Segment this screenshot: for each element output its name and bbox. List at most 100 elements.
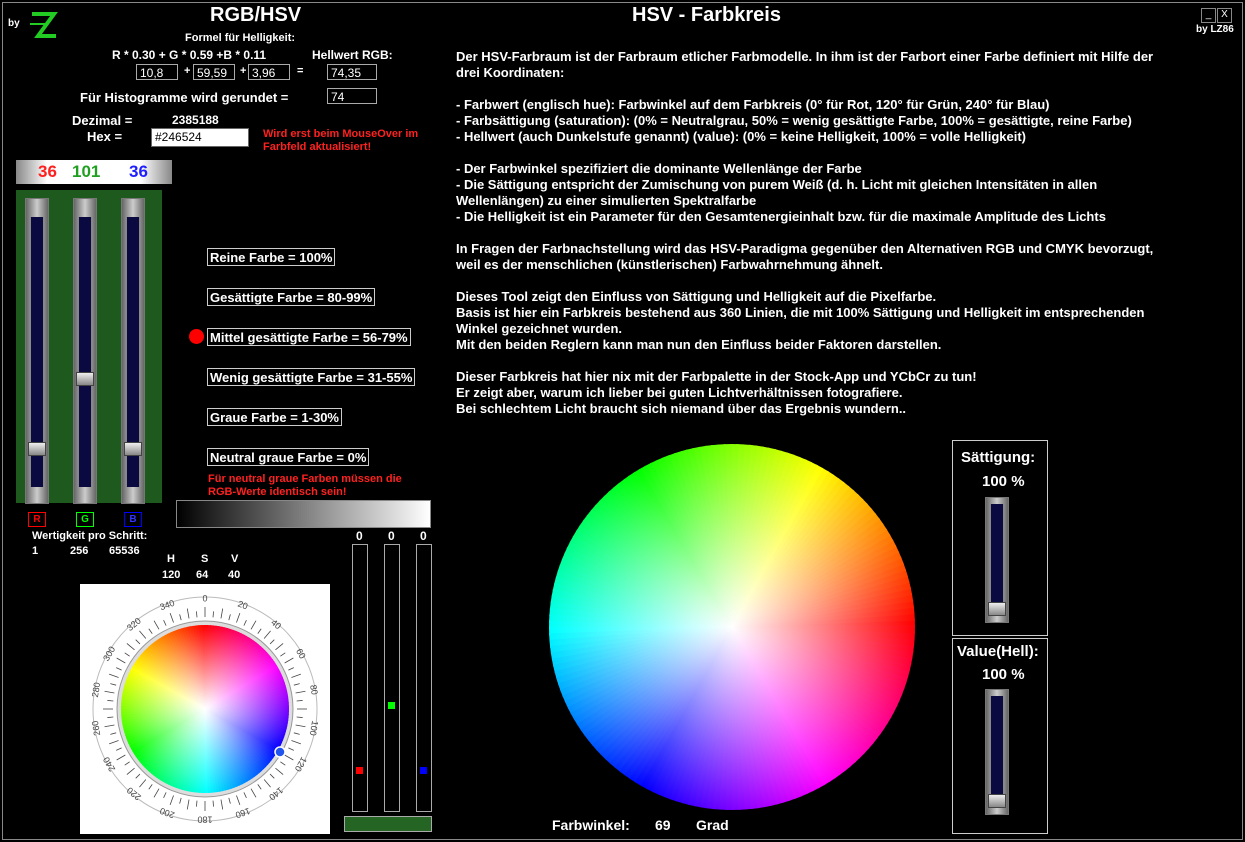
mini-slider-r[interactable] bbox=[352, 544, 368, 812]
wertigkeit-label: Wertigkeit pro Schritt: bbox=[32, 530, 148, 542]
mini-slider-b-marker bbox=[420, 767, 427, 774]
active-level-indicator bbox=[189, 329, 204, 344]
dial-tick bbox=[296, 716, 303, 718]
saettigung-label: Sättigung: bbox=[961, 449, 1036, 466]
dezimal-value: 2385188 bbox=[172, 113, 219, 127]
wertigkeit-r: 1 bbox=[32, 545, 39, 557]
value-value: 100 % bbox=[982, 666, 1025, 683]
sat-level-gesaettigt: Gesättigte Farbe = 80-99% bbox=[207, 288, 376, 306]
desc-paragraph: - Farbwert (englisch hue): Farbwinkel au… bbox=[456, 97, 1132, 144]
mini-slider-b[interactable] bbox=[416, 544, 432, 812]
hex-field[interactable]: #246524 bbox=[151, 128, 249, 147]
wertigkeit-b: 65536 bbox=[109, 545, 140, 557]
g-slider[interactable] bbox=[73, 198, 97, 504]
dial-tick-label: 0 bbox=[202, 593, 207, 603]
page-title: HSV - Farbkreis bbox=[632, 4, 781, 26]
r-part-field[interactable]: 10,8 bbox=[136, 64, 178, 80]
sat-level-neutral: Neutral graue Farbe = 0% bbox=[207, 448, 370, 466]
dial-tick bbox=[196, 800, 198, 807]
histogram-label: Für Histogramme wird gerundet = bbox=[80, 90, 289, 105]
zl-logo bbox=[26, 8, 60, 42]
desc-paragraph: Dieses Tool zeigt den Einfluss von Sätti… bbox=[456, 289, 1145, 352]
saettigung-value: 100 % bbox=[982, 473, 1025, 490]
dial-tick bbox=[107, 716, 114, 718]
minimize-button[interactable]: _ bbox=[1201, 8, 1216, 23]
histogram-field[interactable]: 74 bbox=[327, 88, 377, 104]
b-slider[interactable] bbox=[121, 198, 145, 504]
s-value: 64 bbox=[196, 569, 209, 581]
b-part-field[interactable]: 3,96 bbox=[248, 64, 290, 80]
plus-sign: + bbox=[184, 65, 191, 77]
g-value: 101 bbox=[72, 162, 101, 181]
mini-slider-r-marker bbox=[356, 767, 363, 774]
neutral-note: Für neutral graue Farben müssen die RGB-… bbox=[208, 473, 402, 498]
color-preview-swatch bbox=[344, 816, 432, 832]
saettigung-slider-thumb[interactable] bbox=[988, 602, 1006, 616]
value-panel: Value(Hell): 100 % bbox=[952, 638, 1048, 834]
wertigkeit-g: 256 bbox=[70, 545, 89, 557]
v-label: V bbox=[231, 553, 239, 565]
dezimal-label: Dezimal = bbox=[72, 113, 133, 128]
dial-tick-label: 180 bbox=[197, 815, 212, 825]
r-slider-thumb[interactable] bbox=[28, 442, 46, 457]
g-slider-thumb[interactable] bbox=[76, 372, 94, 386]
app-title: RGB/HSV bbox=[210, 4, 302, 26]
b-channel-label: B bbox=[124, 512, 142, 527]
mini-slider-r-value: 0 bbox=[356, 529, 363, 543]
saettigung-slider[interactable] bbox=[985, 497, 1009, 623]
formula-expression: R * 0.30 + G * 0.59 +B * 0.11 bbox=[112, 48, 267, 62]
b-value: 36 bbox=[129, 162, 148, 181]
farbwinkel-value: 69 bbox=[655, 817, 671, 833]
plus-sign: + bbox=[240, 65, 247, 77]
dial-tick bbox=[212, 611, 214, 618]
b-slider-thumb[interactable] bbox=[124, 442, 142, 457]
hellwert-field[interactable]: 74,35 bbox=[327, 64, 377, 80]
by-label: by bbox=[8, 18, 20, 29]
desc-paragraph: In Fragen der Farbnachstellung wird das … bbox=[456, 241, 1154, 272]
farbwinkel-unit: Grad bbox=[696, 817, 729, 833]
hex-label: Hex = bbox=[87, 129, 123, 144]
v-value: 40 bbox=[228, 569, 241, 581]
description-text: Der HSV-Farbraum ist der Farbraum etlich… bbox=[456, 49, 1176, 433]
hue-dial[interactable]: 0204060801001201401601802002202402602803… bbox=[80, 584, 330, 834]
r-value: 36 bbox=[38, 162, 57, 181]
mini-slider-g-value: 0 bbox=[388, 529, 395, 543]
r-channel-label: R bbox=[28, 512, 46, 527]
credit-label: by LZ86 bbox=[1196, 24, 1234, 35]
g-part-field[interactable]: 59,59 bbox=[193, 64, 235, 80]
value-label: Value(Hell): bbox=[957, 643, 1039, 660]
value-slider[interactable] bbox=[985, 689, 1009, 815]
rgb-value-bar: 36 101 36 bbox=[16, 160, 172, 184]
farbwinkel-label: Farbwinkel: bbox=[552, 817, 630, 833]
sat-level-reine: Reine Farbe = 100% bbox=[207, 248, 336, 266]
value-slider-thumb[interactable] bbox=[988, 794, 1006, 808]
desc-paragraph: Der HSV-Farbraum ist der Farbraum etlich… bbox=[456, 49, 1154, 80]
sat-level-wenig: Wenig gesättigte Farbe = 31-55% bbox=[207, 368, 416, 386]
g-channel-label: G bbox=[76, 512, 94, 527]
hellwert-label: Hellwert RGB: bbox=[312, 48, 393, 62]
h-label: H bbox=[167, 553, 175, 565]
dial-tick bbox=[196, 611, 198, 618]
h-value: 120 bbox=[162, 569, 181, 581]
sat-level-mittel: Mittel gesättigte Farbe = 56-79% bbox=[207, 328, 411, 346]
r-slider[interactable] bbox=[25, 198, 49, 504]
dial-tick bbox=[212, 800, 214, 807]
hue-dial-panel: 0 20 40 60 80 100 120 140 160 180 200 220 240 260 280 3… bbox=[80, 584, 330, 834]
close-button[interactable]: X bbox=[1217, 8, 1232, 23]
mini-slider-g-marker bbox=[388, 702, 395, 709]
hsv-color-wheel[interactable] bbox=[549, 444, 915, 810]
mouseover-note: Wird erst beim MouseOver im Farbfeld akt… bbox=[263, 128, 419, 153]
s-label: S bbox=[201, 553, 209, 565]
dial-tick bbox=[296, 700, 303, 702]
equals-sign: = bbox=[297, 65, 304, 77]
sat-level-grau: Graue Farbe = 1-30% bbox=[207, 408, 342, 426]
saettigung-panel: Sättigung: 100 % bbox=[952, 440, 1048, 636]
hue-dial-handle[interactable] bbox=[274, 746, 286, 758]
dial-tick bbox=[107, 700, 114, 702]
desc-paragraph: Dieser Farbkreis hat hier nix mit der Fa… bbox=[456, 369, 977, 416]
desc-paragraph: - Der Farbwinkel spezifiziert die domina… bbox=[456, 161, 1106, 224]
formula-heading: Formel für Helligkeit: bbox=[185, 32, 296, 44]
gray-gradient-bar bbox=[176, 500, 431, 528]
mini-slider-b-value: 0 bbox=[420, 529, 427, 543]
mini-slider-g[interactable] bbox=[384, 544, 400, 812]
